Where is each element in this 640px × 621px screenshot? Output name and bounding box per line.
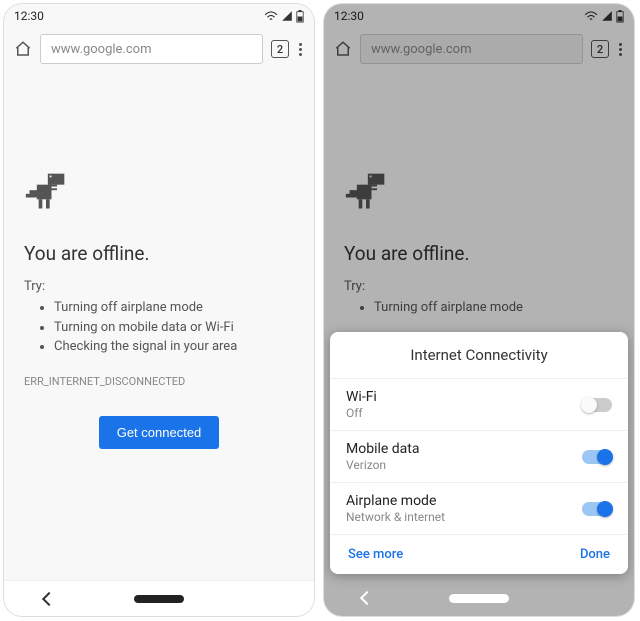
wifi-icon <box>264 10 278 22</box>
tab-count-value: 2 <box>277 43 283 56</box>
sheet-actions: See more Done <box>330 534 628 574</box>
status-time: 12:30 <box>14 9 44 23</box>
error-code: ERR_INTERNET_DISCONNECTED <box>24 375 294 388</box>
row-label: Airplane mode <box>346 493 445 509</box>
dino-icon[interactable] <box>24 170 294 218</box>
phone-right: 12:30 www.google.com 2 You are offline. … <box>324 4 634 616</box>
nav-home-pill[interactable] <box>134 595 184 603</box>
offline-headline: You are offline. <box>24 242 294 265</box>
list-item: Turning off airplane mode <box>54 298 294 318</box>
try-label: Try: <box>24 279 294 294</box>
phone-left: 12:30 www.google.com 2 You are offline. … <box>4 4 314 616</box>
android-nav-bar <box>324 580 634 616</box>
omnibox-url: www.google.com <box>51 42 151 57</box>
omnibox[interactable]: www.google.com <box>40 34 263 64</box>
nav-home-pill[interactable] <box>449 594 509 603</box>
status-icons <box>264 10 304 23</box>
home-icon[interactable] <box>14 40 32 58</box>
get-connected-button[interactable]: Get connected <box>99 416 220 449</box>
nav-back-icon[interactable] <box>360 591 374 605</box>
sheet-row-mobile-data[interactable]: Mobile data Verizon <box>330 430 628 482</box>
signal-icon <box>281 10 293 22</box>
see-more-button[interactable]: See more <box>348 547 403 562</box>
status-bar: 12:30 <box>4 4 314 28</box>
tab-switcher[interactable]: 2 <box>271 40 289 58</box>
sheet-row-airplane-mode[interactable]: Airplane mode Network & internet <box>330 482 628 534</box>
sheet-row-wifi[interactable]: Wi-Fi Off <box>330 378 628 430</box>
suggestion-list: Turning off airplane mode Turning on mob… <box>24 298 294 357</box>
row-sub: Verizon <box>346 458 419 472</box>
done-button[interactable]: Done <box>580 547 610 562</box>
row-sub: Off <box>346 406 377 420</box>
sheet-title: Internet Connectivity <box>330 332 628 378</box>
list-item: Turning on mobile data or Wi-Fi <box>54 318 294 338</box>
android-nav-bar <box>4 580 314 616</box>
wifi-toggle[interactable] <box>582 398 612 412</box>
browser-toolbar: www.google.com 2 <box>4 28 314 70</box>
connectivity-sheet: Internet Connectivity Wi-Fi Off Mobile d… <box>330 332 628 574</box>
offline-page: You are offline. Try: Turning off airpla… <box>4 70 314 580</box>
battery-icon <box>296 10 304 23</box>
overflow-menu-icon[interactable] <box>297 41 304 58</box>
row-sub: Network & internet <box>346 510 445 524</box>
row-label: Mobile data <box>346 441 419 457</box>
mobile-data-toggle[interactable] <box>582 450 612 464</box>
nav-back-icon[interactable] <box>42 591 56 605</box>
list-item: Checking the signal in your area <box>54 337 294 357</box>
row-label: Wi-Fi <box>346 389 377 405</box>
airplane-mode-toggle[interactable] <box>582 502 612 516</box>
